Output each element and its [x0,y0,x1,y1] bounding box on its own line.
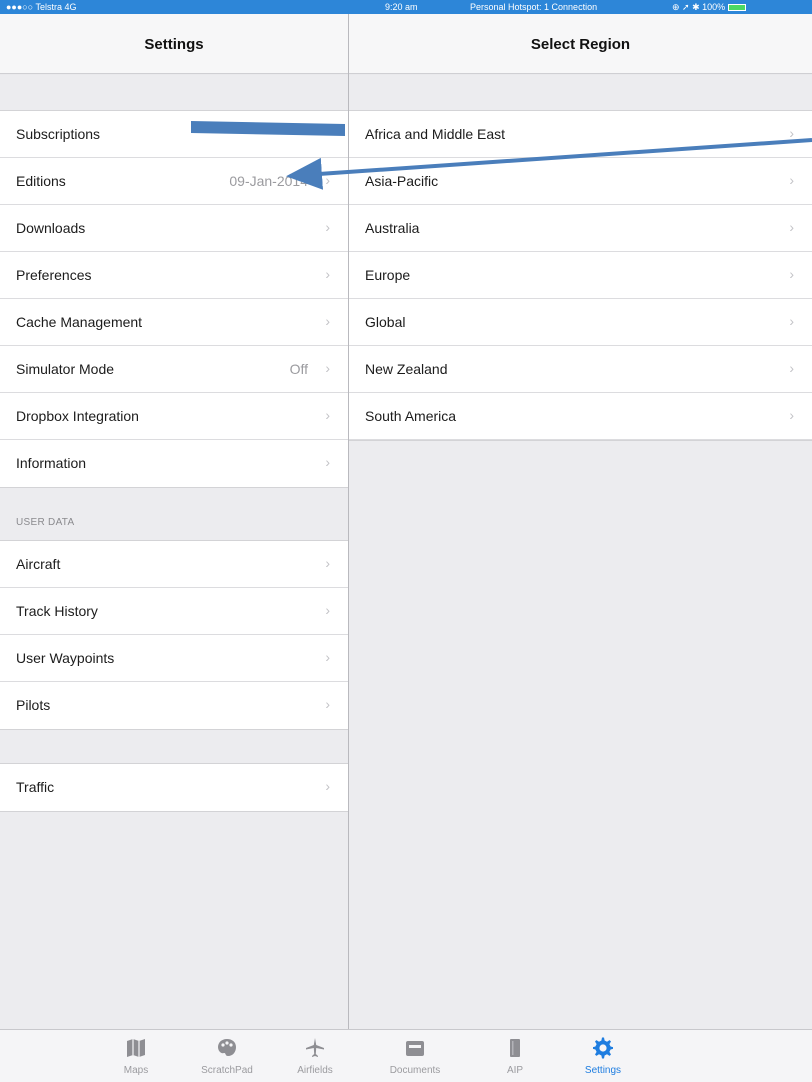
region-item-south-america[interactable]: South America › [349,393,812,440]
chevron-right-icon: › [325,219,330,235]
status-bar: ●●●○○ Telstra 4G 9:20 am Personal Hotspo… [0,0,812,14]
settings-item-label: Downloads [16,220,86,236]
settings-item-label: Subscriptions [16,126,101,142]
region-navbar: Select Region [349,14,812,74]
user-data-header: USER DATA [16,517,75,528]
region-item-africa-middle-east[interactable]: Africa and Middle East › [349,111,812,158]
tab-label: Maps [123,1065,149,1076]
tab-scratchpad[interactable]: ScratchPad [187,1030,267,1082]
settings-item-label: Cache Management [16,314,143,330]
battery-icon [728,4,747,11]
settings-item-simulator-mode[interactable]: Simulator Mode Off › [0,346,348,393]
settings-item-label: Dropbox Integration [16,408,139,424]
settings-item-label: Track History [16,603,98,619]
chevron-right-icon: › [325,555,330,571]
chevron-right-icon: › [325,649,330,665]
settings-item-user-waypoints[interactable]: User Waypoints › [0,635,348,682]
region-item-label: Global [365,314,406,330]
settings-item-label: Traffic [16,779,55,795]
chevron-right-icon: › [325,172,330,188]
tab-aip[interactable]: AIP [475,1030,555,1082]
settings-pane: Subscriptions Editions 09-Jan-2014 › Dow… [0,75,348,1029]
region-item-label: Europe [365,267,411,283]
settings-item-pilots[interactable]: Pilots › [0,682,348,729]
tab-documents[interactable]: Documents [375,1030,455,1082]
settings-item-label: Aircraft [16,556,61,572]
settings-item-aircraft[interactable]: Aircraft › [0,541,348,588]
region-item-new-zealand[interactable]: New Zealand › [349,346,812,393]
tab-label: ScratchPad [201,1065,253,1076]
gear-icon [593,1037,613,1059]
chevron-right-icon: › [325,407,330,423]
chevron-right-icon: › [325,454,330,470]
battery-label: ⊕ ➚ ✱ 100% [672,2,726,12]
book-icon [510,1039,520,1057]
settings-item-label: User Waypoints [16,650,115,666]
tab-maps[interactable]: Maps [96,1030,176,1082]
region-title: Select Region [530,36,631,53]
settings-item-label: Preferences [16,267,92,283]
settings-item-preferences[interactable]: Preferences › [0,252,348,299]
chevron-right-icon: › [789,266,794,282]
settings-item-track-history[interactable]: Track History › [0,588,348,635]
region-item-label: Australia [365,220,420,236]
editions-value: 09-Jan-2014 [229,173,308,189]
map-icon [127,1039,145,1057]
settings-group: Subscriptions Editions 09-Jan-2014 › Dow… [0,110,348,488]
settings-item-editions[interactable]: Editions 09-Jan-2014 › [0,158,348,205]
tab-label: Airfields [297,1065,333,1076]
tab-label: Settings [584,1065,622,1076]
region-list: Africa and Middle East › Asia-Pacific › … [349,110,812,441]
chevron-right-icon: › [789,407,794,423]
user-data-group: Aircraft › Track History › User Waypoint… [0,540,348,730]
tab-label: Documents [389,1065,441,1076]
chevron-right-icon: › [325,602,330,618]
chevron-right-icon: › [325,360,330,376]
settings-navbar: Settings [0,14,348,74]
tab-label: AIP [506,1065,524,1076]
chevron-right-icon: › [789,313,794,329]
chevron-right-icon: › [325,266,330,282]
chevron-right-icon: › [789,125,794,141]
settings-title: Settings [144,36,204,53]
status-right: ⊕ ➚ ✱ 100% [672,2,747,13]
traffic-group: Traffic › [0,763,348,812]
palette-icon [218,1039,236,1056]
chevron-right-icon: › [789,360,794,376]
settings-item-label: Simulator Mode [16,361,115,377]
chevron-right-icon: › [325,313,330,329]
folder-icon [406,1041,424,1056]
region-item-label: New Zealand [365,361,448,377]
clock-label: 9:20 am [385,2,418,12]
chevron-right-icon: › [789,172,794,188]
tab-settings[interactable]: Settings [563,1030,643,1082]
settings-item-traffic[interactable]: Traffic › [0,764,348,811]
settings-item-downloads[interactable]: Downloads › [0,205,348,252]
chevron-right-icon: › [325,696,330,712]
settings-item-subscriptions[interactable]: Subscriptions [0,111,348,158]
tab-airfields[interactable]: Airfields [275,1030,355,1082]
settings-item-label: Information [16,455,87,471]
region-item-europe[interactable]: Europe › [349,252,812,299]
region-item-label: Asia-Pacific [365,173,439,189]
simulator-mode-value: Off [289,361,308,377]
region-item-global[interactable]: Global › [349,299,812,346]
region-item-label: South America [365,408,457,424]
chevron-right-icon: › [789,219,794,235]
carrier-label: ●●●○○ Telstra 4G [6,2,77,12]
region-item-australia[interactable]: Australia › [349,205,812,252]
chevron-right-icon: › [325,778,330,794]
tab-bar: Maps ScratchPad Airfields Documents AIP [0,1029,812,1082]
settings-item-dropbox-integration[interactable]: Dropbox Integration › [0,393,348,440]
settings-item-label: Pilots [16,697,51,713]
hotspot-label: Personal Hotspot: 1 Connection [470,2,598,12]
region-item-label: Africa and Middle East [365,126,506,142]
airplane-icon [306,1038,324,1057]
settings-item-label: Editions [16,173,66,189]
settings-item-cache-management[interactable]: Cache Management › [0,299,348,346]
region-item-asia-pacific[interactable]: Asia-Pacific › [349,158,812,205]
settings-item-information[interactable]: Information › [0,440,348,487]
region-pane: Africa and Middle East › Asia-Pacific › … [349,75,812,1029]
